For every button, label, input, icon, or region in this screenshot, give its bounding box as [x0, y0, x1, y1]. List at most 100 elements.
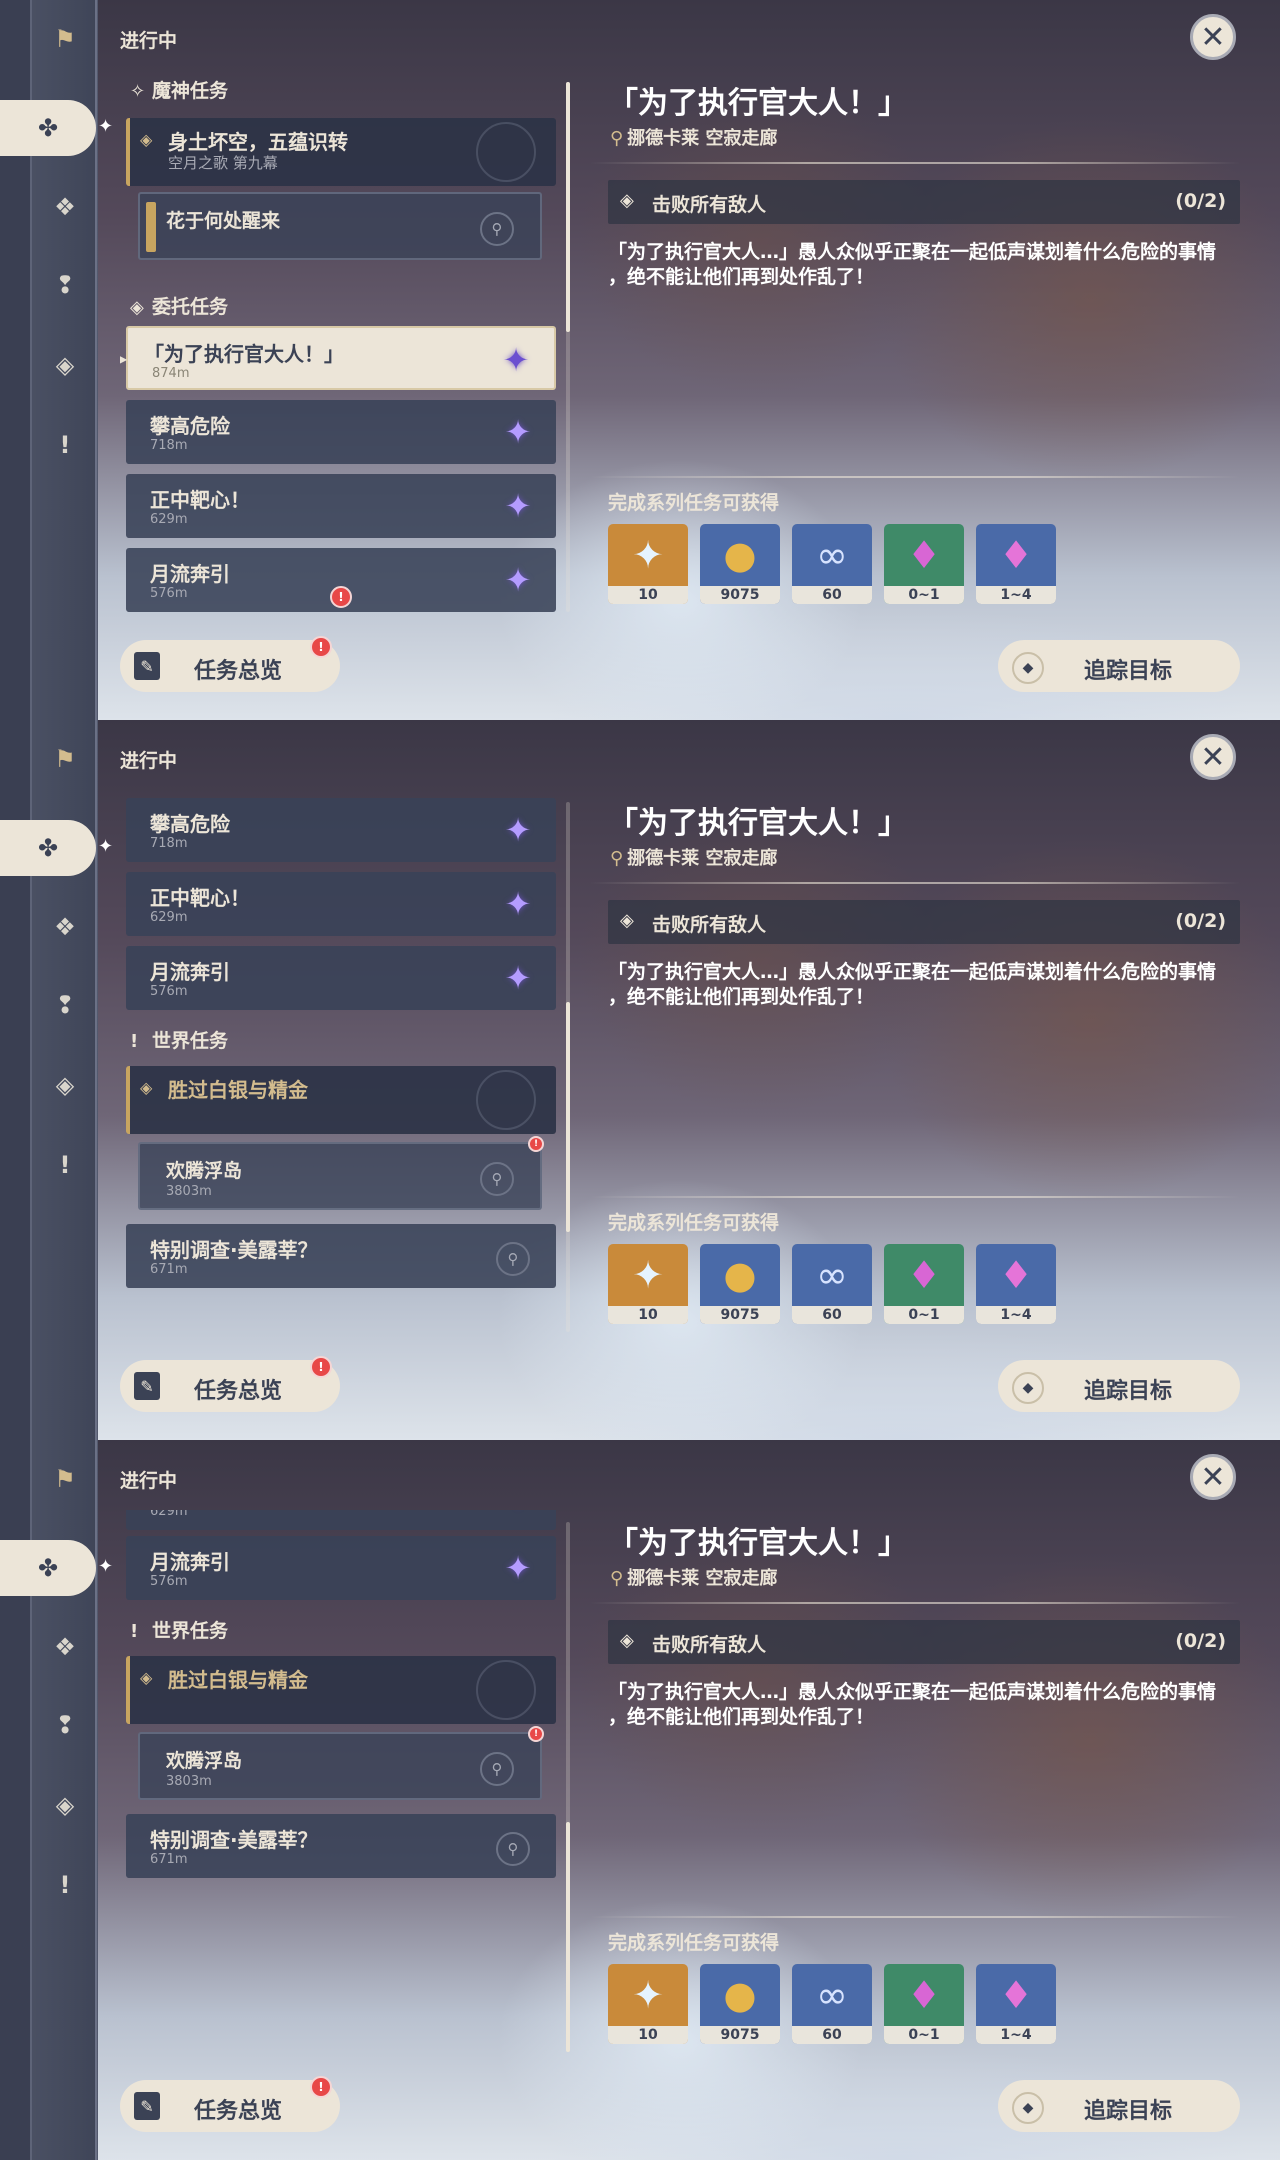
quest-overview-button[interactable]: ✎ 任务总览 !: [120, 1356, 340, 1412]
quest-commission-1[interactable]: ▶ 「为了执行官大人！」 874m ✦: [120, 326, 556, 390]
story-tab-icon[interactable]: ❢: [44, 1704, 86, 1746]
location-pin-icon[interactable]: ⚲: [480, 1162, 514, 1196]
reward-crystal-cluster[interactable]: ♦ 1~4: [976, 1964, 1056, 2044]
commission-star-icon: ✦: [504, 413, 532, 451]
reward-companionship[interactable]: ∞ 60: [792, 524, 872, 604]
track-target-button[interactable]: ◆ 追踪目标: [998, 640, 1240, 692]
overview-alert-icon: !: [310, 2076, 332, 2098]
new-alert-icon: !: [330, 586, 352, 608]
commission-icon: ◈: [130, 297, 144, 318]
companionship-exp-icon: ∞: [816, 533, 848, 577]
quest-list: ✧ 魔神任务 ◈ 身土坏空，五蕴识转 空月之歌 第九幕 花于何处醒来 ⚲ ◈ 委托任…: [120, 70, 560, 620]
commission-tab-icon[interactable]: ✤: [0, 1540, 96, 1596]
reward-primogem[interactable]: ✦ 10: [608, 524, 688, 604]
quest-commission-3[interactable]: 正中靶心！ 629m ✦: [126, 474, 556, 538]
category-world: ! 世界任务: [130, 1620, 229, 1642]
story-tab-icon[interactable]: ❢: [44, 984, 86, 1026]
overview-book-icon: ✎: [134, 652, 160, 680]
quest-world-2[interactable]: 特别调查·美露莘？ 671m ⚲: [126, 1224, 556, 1288]
quest-banner-icon[interactable]: ⚑: [44, 18, 86, 60]
quest-commission-4[interactable]: 月流奔引 576m ✦: [126, 946, 556, 1010]
story-tab-icon[interactable]: ❢: [44, 264, 86, 306]
reward-mora[interactable]: ● 9075: [700, 1244, 780, 1324]
world-tab-icon[interactable]: !: [44, 1144, 86, 1186]
reward-crystal-chunk[interactable]: ♦ 0~1: [884, 1244, 964, 1324]
quest-banner-icon[interactable]: ⚑: [44, 738, 86, 780]
objective-diamond-icon: ◈: [620, 910, 634, 931]
archon-icon: ✧: [130, 81, 146, 102]
quest-commission-2[interactable]: 攀高危险 718m ✦: [126, 798, 556, 862]
commission-filter-icon[interactable]: ◈: [44, 344, 86, 386]
companionship-exp-icon: ∞: [816, 1253, 848, 1297]
close-button[interactable]: ✕: [1190, 14, 1236, 60]
archon-tab-icon[interactable]: ❖: [44, 186, 86, 228]
sparkle-icon: ✦: [98, 116, 114, 137]
rewards-label: 完成系列任务可获得: [608, 1932, 780, 1954]
reward-crystal-cluster[interactable]: ♦ 1~4: [976, 524, 1056, 604]
world-tab-icon[interactable]: !: [44, 424, 86, 466]
track-target-button[interactable]: ◆ 追踪目标: [998, 2080, 1240, 2132]
commission-star-icon: ✦: [504, 561, 532, 599]
reward-primogem[interactable]: ✦ 10: [608, 1964, 688, 2044]
quest-archon-main[interactable]: ◈ 身土坏空，五蕴识转 空月之歌 第九幕: [126, 118, 556, 186]
quest-commission-2[interactable]: 攀高危险 718m ✦: [126, 400, 556, 464]
commission-filter-icon[interactable]: ◈: [44, 1064, 86, 1106]
objective-row: ◈ 击败所有敌人 (0/2): [608, 900, 1240, 944]
archon-tab-icon[interactable]: ❖: [44, 1626, 86, 1668]
quest-commission-3[interactable]: 正中靶心！ 629m ✦: [126, 872, 556, 936]
quest-world-main[interactable]: ◈ 胜过白银与精金: [126, 1066, 556, 1134]
scrollbar[interactable]: [566, 1522, 570, 2052]
crystal-chunk-icon: ♦: [906, 533, 942, 577]
overview-book-icon: ✎: [134, 2092, 160, 2120]
world-diamond-icon: ◈: [140, 1078, 153, 1097]
quest-location: ⚲ 挪德卡莱 空寂走廊: [610, 128, 778, 149]
mora-icon: ●: [723, 533, 757, 577]
world-tab-icon[interactable]: !: [44, 1864, 86, 1906]
reward-mora[interactable]: ● 9075: [700, 1964, 780, 2044]
overview-book-icon: ✎: [134, 1372, 160, 1400]
location-pin-icon[interactable]: ⚲: [480, 212, 514, 246]
location-pin-icon[interactable]: ⚲: [480, 1752, 514, 1786]
location-pin-icon[interactable]: ⚲: [496, 1242, 530, 1276]
quest-commission-3[interactable]: 629m ✦: [126, 1510, 556, 1530]
quest-archon-sub[interactable]: 花于何处醒来 ⚲: [138, 192, 542, 260]
objective-diamond-icon: ◈: [620, 190, 634, 211]
quest-world-2[interactable]: 特别调查·美露莘？ 671m ⚲: [126, 1814, 556, 1878]
quest-commission-4[interactable]: 月流奔引 576m ✦: [126, 1536, 556, 1600]
scrollbar[interactable]: [566, 802, 570, 1332]
location-pin-icon[interactable]: ⚲: [496, 1832, 530, 1866]
quest-overview-button[interactable]: ✎ 任务总览 !: [120, 636, 340, 692]
quest-title: 「为了执行官大人！」: [608, 806, 908, 841]
new-alert-icon: !: [528, 1726, 544, 1742]
reward-crystal-chunk[interactable]: ♦ 0~1: [884, 1964, 964, 2044]
quest-world-sub[interactable]: 欢腾浮岛 3803m ⚲: [138, 1732, 542, 1800]
close-button[interactable]: ✕: [1190, 734, 1236, 780]
reward-primogem[interactable]: ✦ 10: [608, 1244, 688, 1324]
close-button[interactable]: ✕: [1190, 1454, 1236, 1500]
track-target-button[interactable]: ◆ 追踪目标: [998, 1360, 1240, 1412]
scrollbar[interactable]: [566, 82, 570, 612]
archon-tab-icon[interactable]: ❖: [44, 906, 86, 948]
reward-mora[interactable]: ● 9075: [700, 524, 780, 604]
reward-companionship[interactable]: ∞ 60: [792, 1964, 872, 2044]
scroll-thumb[interactable]: [566, 1822, 570, 2052]
reward-crystal-cluster[interactable]: ♦ 1~4: [976, 1244, 1056, 1324]
status-label: 进行中: [120, 30, 178, 52]
commission-filter-icon[interactable]: ◈: [44, 1784, 86, 1826]
scroll-thumb[interactable]: [566, 82, 570, 332]
quest-world-sub[interactable]: 欢腾浮岛 3803m ⚲: [138, 1142, 542, 1210]
selection-arrow-icon: ▶: [120, 352, 128, 366]
quest-world-main[interactable]: ◈ 胜过白银与精金: [126, 1656, 556, 1724]
reward-crystal-chunk[interactable]: ♦ 0~1: [884, 524, 964, 604]
quest-description: 「为了执行官大人…」愚人众似乎正聚在一起低声谋划着什么危险的事情 ，绝不能让他们…: [608, 961, 1217, 1008]
divider: [590, 1916, 1240, 1918]
scroll-thumb[interactable]: [566, 1002, 570, 1232]
reward-companionship[interactable]: ∞ 60: [792, 1244, 872, 1324]
quest-screen-1: ⚑ ✤ ❖ ❢ ◈ ! ✦ 进行中 ✧ 魔神任务 ◈ 身土坏空，五蕴识转 空月之歌…: [0, 0, 1280, 720]
commission-tab-icon[interactable]: ✤: [0, 820, 96, 876]
commission-tab-icon[interactable]: ✤: [0, 100, 96, 156]
quest-overview-button[interactable]: ✎ 任务总览 !: [120, 2076, 340, 2132]
commission-star-icon: ✦: [504, 487, 532, 525]
quest-banner-icon[interactable]: ⚑: [44, 1458, 86, 1500]
commission-star-icon: ✦: [504, 885, 532, 923]
